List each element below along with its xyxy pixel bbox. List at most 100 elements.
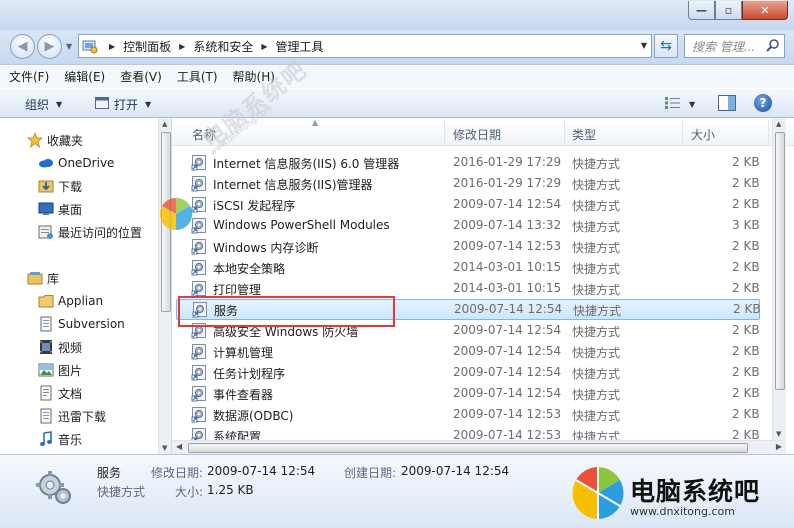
file-type: 快捷方式 xyxy=(572,262,621,276)
nav-item-videos[interactable]: 视频 xyxy=(37,336,82,358)
column-divider[interactable] xyxy=(682,120,683,144)
file-list-vertical-scrollbar[interactable]: ▲ ▼ xyxy=(772,118,786,440)
pictures-icon xyxy=(37,361,55,379)
file-size: 2 KB xyxy=(732,386,760,400)
column-header-row: ▲ 名称 修改日期 类型 大小 xyxy=(172,118,794,146)
organize-button[interactable]: 组织 ▼ xyxy=(25,96,62,113)
back-button[interactable]: ◀ xyxy=(10,34,35,59)
star-icon xyxy=(26,131,44,149)
breadcrumb-separator-icon[interactable]: ▶ xyxy=(109,42,115,51)
column-header-date[interactable]: 修改日期 xyxy=(453,126,501,143)
desktop-icon xyxy=(37,200,55,218)
scroll-up-icon[interactable]: ▲ xyxy=(162,120,167,128)
file-row[interactable]: 任务计划程序 2009-07-14 12:54 快捷方式 2 KB xyxy=(176,362,760,383)
admin-tool-shortcut-icon xyxy=(191,343,208,360)
minimize-button[interactable]: — xyxy=(688,1,715,20)
nav-item-thunder-downloads[interactable]: 迅雷下载 xyxy=(37,405,106,427)
preview-pane-button[interactable] xyxy=(718,95,736,114)
column-header-type[interactable]: 类型 xyxy=(572,126,596,143)
scroll-right-icon[interactable]: ▶ xyxy=(776,442,782,451)
column-divider[interactable] xyxy=(444,120,445,144)
nav-favorites-header[interactable]: 收藏夹 xyxy=(26,129,83,151)
file-row[interactable]: iSCSI 发起程序 2009-07-14 12:54 快捷方式 2 KB xyxy=(176,194,760,215)
scroll-thumb[interactable] xyxy=(775,132,785,390)
open-button[interactable]: 打开 ▼ xyxy=(95,96,151,113)
change-view-button[interactable]: ▼ xyxy=(664,96,695,113)
file-modified-date: 2014-03-01 10:15 xyxy=(453,260,562,274)
breadcrumb-separator-icon[interactable]: ▶ xyxy=(261,42,267,51)
address-dropdown-icon[interactable]: ▼ xyxy=(641,41,647,50)
nav-item-desktop[interactable]: 桌面 xyxy=(37,198,82,220)
file-modified-date: 2009-07-14 12:54 xyxy=(453,323,562,337)
nav-item-subversion[interactable]: Subversion xyxy=(37,313,125,335)
windows-logo-icon xyxy=(572,467,624,519)
organize-label: 组织 xyxy=(25,98,50,112)
nav-item-downloads[interactable]: 下载 xyxy=(37,175,82,197)
gears-shortcut-icon xyxy=(36,471,71,504)
nav-item-documents[interactable]: 文档 xyxy=(37,382,82,404)
maximize-button[interactable]: ▫ xyxy=(715,1,742,20)
file-row[interactable]: 事件查看器 2009-07-14 12:54 快捷方式 2 KB xyxy=(176,383,760,404)
file-size: 2 KB xyxy=(732,407,760,421)
nav-libraries-header[interactable]: 库 xyxy=(26,267,59,289)
file-row[interactable]: 本地安全策略 2014-03-01 10:15 快捷方式 2 KB xyxy=(176,257,760,278)
scroll-down-icon[interactable]: ▼ xyxy=(162,444,167,452)
search-icon[interactable] xyxy=(766,38,780,55)
document-library-icon xyxy=(37,315,55,333)
nav-item-pictures[interactable]: 图片 xyxy=(37,359,82,381)
file-row[interactable]: 高级安全 Windows 防火墙 2009-07-14 12:54 快捷方式 2 KB xyxy=(176,320,760,341)
search-input[interactable]: 搜索 管理... xyxy=(684,34,785,58)
file-list-horizontal-scrollbar[interactable]: ◀ ▶ xyxy=(172,440,786,454)
menu-view[interactable]: 查看(V) xyxy=(120,68,162,85)
breadcrumb-system-security[interactable]: 系统和安全 xyxy=(193,38,253,55)
file-modified-date: 2009-07-14 13:32 xyxy=(453,218,562,232)
details-modified-label: 修改日期: xyxy=(151,466,204,480)
nav-item-label: 图片 xyxy=(58,363,83,378)
help-button[interactable]: ? xyxy=(754,94,772,112)
downloads-folder-icon xyxy=(37,177,55,195)
menu-tools[interactable]: 工具(T) xyxy=(177,68,218,85)
file-row[interactable]: 服务 2009-07-14 12:54 快捷方式 2 KB xyxy=(176,299,761,320)
nav-libraries-label: 库 xyxy=(47,271,60,286)
file-row[interactable]: 打印管理 2014-03-01 10:15 快捷方式 2 KB xyxy=(176,278,760,299)
file-type: 快捷方式 xyxy=(573,304,622,318)
scroll-down-icon[interactable]: ▼ xyxy=(776,430,781,438)
file-row[interactable]: Windows PowerShell Modules 2009-07-14 13:… xyxy=(176,215,760,236)
scroll-up-icon[interactable]: ▲ xyxy=(776,120,781,128)
file-name: 任务计划程序 xyxy=(213,367,286,381)
nav-item-label: Applian xyxy=(58,294,104,308)
recent-pages-dropdown[interactable]: ▼ xyxy=(66,42,72,51)
menu-edit[interactable]: 编辑(E) xyxy=(64,68,105,85)
forward-button[interactable]: ▶ xyxy=(37,34,62,59)
column-divider[interactable] xyxy=(768,120,769,144)
nav-item-applian[interactable]: Applian xyxy=(37,290,103,312)
breadcrumb-control-panel[interactable]: 控制面板 xyxy=(123,38,171,55)
navigation-scrollbar[interactable]: ▲ ▼ xyxy=(158,118,171,454)
breadcrumb-admin-tools[interactable]: 管理工具 xyxy=(276,38,324,55)
breadcrumb-separator-icon[interactable]: ▶ xyxy=(179,42,185,51)
scroll-thumb[interactable] xyxy=(188,443,748,453)
window-icon xyxy=(95,97,109,112)
file-row[interactable]: Windows 内存诊断 2009-07-14 12:53 快捷方式 2 KB xyxy=(176,236,760,257)
column-header-size[interactable]: 大小 xyxy=(691,126,715,143)
file-modified-date: 2009-07-14 12:54 xyxy=(454,302,563,316)
file-row[interactable]: 数据源(ODBC) 2009-07-14 12:53 快捷方式 2 KB xyxy=(176,404,760,425)
nav-item-onedrive[interactable]: OneDrive xyxy=(37,152,114,174)
column-divider[interactable] xyxy=(564,120,565,144)
scroll-left-icon[interactable]: ◀ xyxy=(176,442,182,451)
file-name: Internet 信息服务(IIS)管理器 xyxy=(213,178,373,192)
menu-file[interactable]: 文件(F) xyxy=(9,68,49,85)
close-button[interactable]: ✕ xyxy=(742,1,788,20)
address-bar[interactable]: ▶ 控制面板 ▶ 系统和安全 ▶ 管理工具 ▼ xyxy=(78,34,652,58)
file-row[interactable]: 计算机管理 2009-07-14 12:54 快捷方式 2 KB xyxy=(176,341,760,362)
refresh-button[interactable]: ⇆ xyxy=(654,34,678,58)
nav-item-recent-places[interactable]: 最近访问的位置 xyxy=(37,221,142,243)
file-modified-date: 2016-01-29 17:29 xyxy=(453,155,562,169)
file-size: 2 KB xyxy=(732,239,760,253)
file-row[interactable]: Internet 信息服务(IIS) 6.0 管理器 2016-01-29 17:… xyxy=(176,152,760,173)
nav-item-label: 音乐 xyxy=(58,432,83,447)
nav-item-music[interactable]: 音乐 xyxy=(37,428,82,450)
watermark-url: www.dnxitong.com xyxy=(630,505,735,518)
nav-item-label: 下载 xyxy=(58,179,83,194)
file-row[interactable]: Internet 信息服务(IIS)管理器 2016-01-29 17:29 快捷方… xyxy=(176,173,760,194)
